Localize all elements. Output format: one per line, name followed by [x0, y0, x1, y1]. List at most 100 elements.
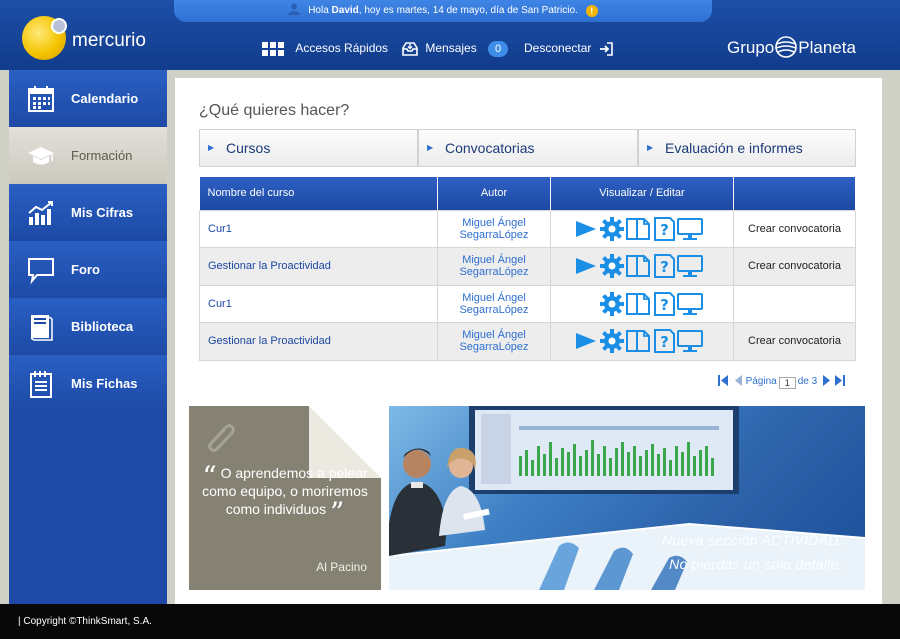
calendar-icon [28, 86, 54, 112]
tab-label: Evaluación e informes [665, 140, 803, 156]
sidebar-item-calendario[interactable]: Calendario [9, 70, 167, 127]
quick-access-link[interactable]: Accesos Rápidos [262, 38, 388, 58]
sidebar-item-biblioteca[interactable]: Biblioteca [9, 298, 167, 355]
author-last-name: SegarraLópez [459, 303, 529, 316]
greeting-user: David [331, 5, 359, 16]
logout-label: Desconectar [524, 41, 592, 55]
sidebar-item-label: Mis Fichas [71, 376, 138, 391]
first-page-icon[interactable] [718, 375, 729, 386]
author-first-name: Miguel Ángel [462, 291, 526, 304]
table-row: Gestionar la Proactividad Miguel Ángel Seg… [199, 322, 856, 361]
sidebar-item-formacion[interactable]: Formación [9, 127, 167, 184]
graduation-cap-icon [27, 146, 55, 165]
next-page-icon[interactable] [822, 375, 831, 386]
question-document-icon[interactable]: ? [651, 291, 677, 317]
footer: | Copyright ©ThinkSmart, S.A. [0, 604, 900, 639]
question-document-icon[interactable]: ? [651, 328, 677, 354]
monitor-icon[interactable] [677, 291, 703, 317]
page-number-input[interactable]: 1 [778, 377, 796, 389]
question-document-icon[interactable]: ? [651, 253, 677, 279]
info-icon[interactable]: ! [585, 5, 598, 17]
gear-icon[interactable] [599, 291, 625, 317]
tab-evaluacion[interactable]: ▶ Evaluación e informes [638, 129, 856, 167]
table-header-row: Nombre del curso Autor Visualizar / Edit… [199, 177, 856, 210]
tab-arrow-icon: ▶ [647, 143, 654, 152]
top-header: Hola David, hoy es martes, 14 de mayo, d… [0, 0, 900, 70]
brand-right: Planeta [798, 38, 856, 57]
logout-link[interactable]: Desconectar [524, 38, 613, 58]
course-author[interactable]: Miguel Ángel SegarraLópez [437, 284, 551, 323]
logout-icon [599, 42, 613, 56]
course-actions-icons: ? [550, 322, 734, 361]
documents-icon[interactable] [625, 291, 651, 317]
copyright-text: | Copyright ©ThinkSmart, S.A. [18, 616, 152, 627]
activity-banner[interactable]: Nueva sección ACTIVIDAD. No pierdas un s… [389, 406, 865, 590]
messages-link[interactable]: Mensajes 0 [402, 38, 509, 58]
author-first-name: Miguel Ángel [462, 329, 526, 342]
documents-icon[interactable] [625, 216, 651, 242]
sidebar-item-mis-fichas[interactable]: Mis Fichas [9, 355, 167, 412]
author-last-name: SegarraLópez [459, 341, 529, 354]
svg-text:?: ? [660, 258, 669, 276]
svg-text:?: ? [660, 221, 669, 239]
course-name-link[interactable]: Gestionar la Proactividad [199, 322, 438, 361]
tab-cursos[interactable]: ▶ Cursos [199, 129, 418, 167]
author-first-name: Miguel Ángel [462, 216, 526, 229]
create-convocatoria-link[interactable]: Crear convocatoria [733, 322, 856, 361]
course-name-link[interactable]: Gestionar la Proactividad [199, 247, 438, 286]
quote-author: Al Pacino [316, 560, 367, 574]
monitor-icon[interactable] [677, 253, 703, 279]
tab-arrow-icon: ▶ [427, 143, 434, 152]
create-convocatoria-link [733, 284, 856, 323]
greeting-suffix: , hoy es martes, 14 de mayo, día de San … [358, 5, 578, 16]
greeting-bar: Hola David, hoy es martes, 14 de mayo, d… [174, 0, 712, 22]
course-author[interactable]: Miguel Ángel SegarraLópez [437, 247, 551, 286]
messages-label: Mensajes [425, 41, 477, 55]
create-convocatoria-link[interactable]: Crear convocatoria [733, 247, 856, 286]
tab-label: Cursos [226, 140, 271, 156]
course-author[interactable]: Miguel Ángel SegarraLópez [437, 322, 551, 361]
quote-close-mark: ” [329, 496, 345, 529]
prev-page-icon[interactable] [734, 375, 743, 386]
banner-line-2: No pierdas un solo detalle. [669, 556, 843, 572]
play-icon[interactable] [573, 328, 599, 354]
course-actions-icons: ? [550, 284, 734, 323]
chart-icon [28, 201, 53, 225]
question-document-icon[interactable]: ? [651, 216, 677, 242]
pagination: Página 1 de 3 [718, 375, 845, 389]
tab-convocatorias[interactable]: ▶ Convocatorias [418, 129, 638, 167]
page-total: de 3 [797, 376, 818, 387]
gear-icon[interactable] [599, 216, 625, 242]
course-name-link[interactable]: Cur1 [199, 209, 438, 248]
play-icon[interactable] [573, 253, 599, 279]
course-name-link[interactable]: Cur1 [199, 284, 438, 323]
documents-icon[interactable] [625, 328, 651, 354]
sidebar-item-mis-cifras[interactable]: Mis Cifras [9, 184, 167, 241]
quote-text: “ O aprendemos a pelear como equipo, o m… [199, 463, 371, 527]
play-icon[interactable] [573, 216, 599, 242]
author-last-name: SegarraLópez [459, 228, 529, 241]
courses-table: Nombre del curso Autor Visualizar / Edit… [199, 177, 856, 361]
author-last-name: SegarraLópez [459, 266, 529, 279]
greeting-prefix: Hola [308, 5, 332, 16]
monitor-icon[interactable] [677, 328, 703, 354]
notepad-icon [30, 371, 52, 398]
gear-icon[interactable] [599, 328, 625, 354]
course-author[interactable]: Miguel Ángel SegarraLópez [437, 209, 551, 248]
create-convocatoria-link[interactable]: Crear convocatoria [733, 209, 856, 248]
last-page-icon[interactable] [834, 375, 845, 386]
svg-text:?: ? [660, 333, 669, 351]
sidebar-item-foro[interactable]: Foro [9, 241, 167, 298]
documents-icon[interactable] [625, 253, 651, 279]
author-first-name: Miguel Ángel [462, 254, 526, 267]
gear-icon[interactable] [599, 253, 625, 279]
speech-bubble-icon [28, 258, 54, 284]
inbox-icon [402, 42, 418, 56]
user-icon [288, 3, 301, 15]
tab-label: Convocatorias [445, 140, 535, 156]
brand-left: Grupo [727, 38, 775, 57]
monitor-icon[interactable] [677, 216, 703, 242]
paperclip-icon [207, 424, 235, 452]
grid-icon [262, 41, 284, 56]
svg-text:?: ? [660, 296, 669, 314]
